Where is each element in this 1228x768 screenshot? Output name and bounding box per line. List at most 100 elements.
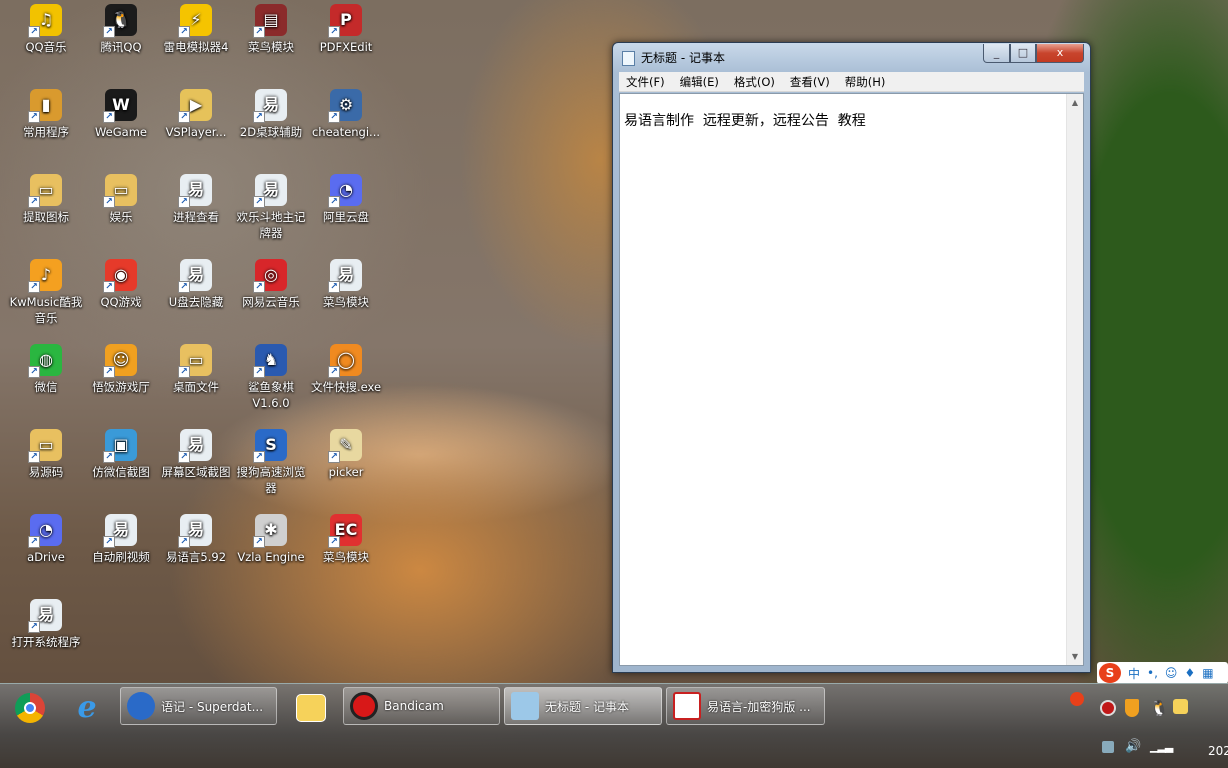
network-alert-icon[interactable] (1102, 741, 1114, 753)
desktop-icon[interactable]: ▭ ↗ 提取图标 (7, 174, 85, 225)
shortcut-arrow-icon: ↗ (28, 621, 40, 633)
desktop-icon-label: 鲨鱼象棋V1.6.0 (248, 380, 294, 410)
desktop-icon[interactable]: 易 ↗ 屏幕区域截图 (157, 429, 235, 480)
desktop-icon[interactable]: ▭ ↗ 娱乐 (82, 174, 160, 225)
punctuation-icon[interactable]: •, (1147, 666, 1158, 680)
app-pinned[interactable] (281, 687, 341, 728)
task-bandicam[interactable]: Bandicam (343, 687, 500, 725)
skin-icon[interactable]: ▦ (1202, 666, 1213, 680)
desktop-icon[interactable]: W ↗ WeGame (82, 89, 160, 140)
app-icon: ▶ ↗ (178, 89, 212, 123)
volume-icon[interactable]: 🔊 (1125, 739, 1141, 754)
ime-toolbar[interactable]: S 中 •, ☺ ♦ ▦ (1097, 662, 1228, 684)
taskbar: e 语记 - Superdat... Bandicam 无标题 - 记事本 易语… (0, 683, 1228, 768)
text-editor[interactable]: 易语言制作 远程更新，远程公告 教程 ▲ ▼ (619, 93, 1084, 666)
notepad-titlebar[interactable]: 无标题 - 记事本 _ □ x (613, 43, 1090, 71)
desktop-icon-label: 文件快搜.exe (310, 380, 382, 394)
record-tray-icon[interactable] (1100, 700, 1116, 716)
menu-bar: 文件(F) 编辑(E) 格式(O) 查看(V) 帮助(H) (619, 72, 1084, 92)
desktop-icon[interactable]: ▶ ↗ VSPlayer... (157, 89, 235, 140)
desktop-icon[interactable]: ♫ ↗ QQ音乐 (7, 4, 85, 55)
shortcut-arrow-icon: ↗ (253, 451, 265, 463)
maximize-icon: □ (1017, 46, 1029, 59)
desktop-icon[interactable]: P ↗ PDFXEdit (307, 4, 385, 55)
desktop-icon[interactable]: S ↗ 搜狗高速浏览器 (232, 429, 310, 496)
desktop-icon[interactable]: ◉ ↗ QQ游戏 (82, 259, 160, 310)
desktop-icon[interactable]: ⚙ ↗ cheatengi... (307, 89, 385, 140)
emoji-icon[interactable]: ☺ (1165, 666, 1178, 680)
desktop-icon[interactable]: 易 ↗ U盘去隐藏 (157, 259, 235, 310)
desktop-icon-label: 菜鸟模块 (323, 550, 369, 564)
task-notepad[interactable]: 无标题 - 记事本 (504, 687, 662, 725)
qq-tray-icon[interactable]: 🐧 (1150, 699, 1169, 717)
editor-content[interactable]: 易语言制作 远程更新，远程公告 教程 (624, 110, 866, 130)
app-icon: ▮ ↗ (28, 89, 62, 123)
minimize-button[interactable]: _ (983, 44, 1010, 63)
task-eyuyan[interactable]: 易语言-加密狗版 ... (666, 687, 825, 725)
desktop-icon[interactable]: 🐧 ↗ 腾讯QQ (82, 4, 160, 55)
shortcut-arrow-icon: ↗ (328, 451, 340, 463)
shield-tray-icon[interactable] (1125, 699, 1139, 717)
desktop-icon[interactable]: ▮ ↗ 常用程序 (7, 89, 85, 140)
desktop-icon[interactable]: ♞ ↗ 鲨鱼象棋V1.6.0 (232, 344, 310, 411)
desktop-icon[interactable]: ◔ ↗ aDrive (7, 514, 85, 565)
folder-app-icon (296, 693, 326, 722)
desktop-icon-label: 易语言5.92 (165, 550, 227, 564)
ie-pinned[interactable]: e (57, 687, 117, 728)
desktop-icon[interactable]: 易 ↗ 进程查看 (157, 174, 235, 225)
desktop-icon[interactable]: ◯ ↗ 文件快搜.exe (307, 344, 385, 395)
app-icon: 易 ↗ (328, 259, 362, 293)
shortcut-arrow-icon: ↗ (103, 366, 115, 378)
desktop-icon[interactable]: ♪ ↗ KwMusic酷我音乐 (7, 259, 85, 326)
desktop-icon[interactable]: ◎ ↗ 网易云音乐 (232, 259, 310, 310)
sogou-tray-icon[interactable] (1070, 692, 1084, 706)
desktop-icon[interactable]: ▭ ↗ 桌面文件 (157, 344, 235, 395)
microphone-icon[interactable]: ♦ (1184, 666, 1195, 680)
app-icon: ◔ ↗ (328, 174, 362, 208)
app-icon: ♫ ↗ (28, 4, 62, 38)
shortcut-arrow-icon: ↗ (178, 451, 190, 463)
desktop-icon[interactable]: 易 ↗ 易语言5.92 (157, 514, 235, 565)
desktop-icon-label: 腾讯QQ (100, 40, 142, 54)
close-button[interactable]: x (1036, 44, 1084, 63)
maximize-button[interactable]: □ (1010, 44, 1036, 63)
desktop-icon-label: 桌面文件 (173, 380, 219, 394)
desktop-icon-label: 自动刷视频 (92, 550, 150, 564)
desktop-icon[interactable]: ⚡ ↗ 雷电模拟器4 (157, 4, 235, 55)
desktop-icon[interactable]: 易 ↗ 2D桌球辅助 (232, 89, 310, 140)
desktop-icon[interactable]: ✱ ↗ Vzla Engine (232, 514, 310, 565)
desktop-icon-label: VSPlayer... (165, 125, 227, 139)
scroll-up-icon[interactable]: ▲ (1067, 94, 1083, 111)
desktop-icon[interactable]: ◍ ↗ 微信 (7, 344, 85, 395)
menu-format[interactable]: 格式(O) (727, 74, 782, 90)
scroll-down-icon[interactable]: ▼ (1067, 648, 1083, 665)
app-tray-icon[interactable] (1173, 699, 1188, 714)
chrome-pinned[interactable] (0, 687, 60, 728)
desktop-icon-label: QQ游戏 (100, 295, 142, 309)
desktop-icon[interactable]: ◔ ↗ 阿里云盘 (307, 174, 385, 225)
menu-edit[interactable]: 编辑(E) (673, 74, 726, 90)
desktop-icon[interactable]: EC ↗ 菜鸟模块 (307, 514, 385, 565)
menu-help[interactable]: 帮助(H) (838, 74, 893, 90)
desktop-icon[interactable]: 易 ↗ 菜鸟模块 (307, 259, 385, 310)
chrome-icon (15, 692, 45, 723)
notepad-window[interactable]: 无标题 - 记事本 _ □ x 文件(F) 编辑(E) 格式(O) 查看(V) … (612, 42, 1091, 673)
desktop-icon[interactable]: ☺ ↗ 悟饭游戏厅 (82, 344, 160, 395)
ime-mode-label[interactable]: 中 (1128, 665, 1140, 682)
shortcut-arrow-icon: ↗ (28, 196, 40, 208)
desktop-icon[interactable]: ▭ ↗ 易源码 (7, 429, 85, 480)
task-superdat[interactable]: 语记 - Superdat... (120, 687, 277, 725)
signal-icon[interactable]: ▁▂▃ (1150, 740, 1173, 753)
desktop-icon[interactable]: 易 ↗ 打开系统程序 (7, 599, 85, 650)
app-icon: S ↗ (253, 429, 287, 463)
desktop-icon[interactable]: ▣ ↗ 仿微信截图 (82, 429, 160, 480)
menu-view[interactable]: 查看(V) (783, 74, 837, 90)
desktop-icon[interactable]: 易 ↗ 欢乐斗地主记牌器 (232, 174, 310, 241)
desktop-icon[interactable]: ✎ ↗ picker (307, 429, 385, 480)
vertical-scrollbar[interactable]: ▲ ▼ (1066, 94, 1083, 665)
clock-date[interactable]: 202 (1208, 744, 1228, 758)
menu-file[interactable]: 文件(F) (619, 74, 672, 90)
sogou-ime-icon[interactable]: S (1099, 663, 1121, 683)
desktop-icon[interactable]: 易 ↗ 自动刷视频 (82, 514, 160, 565)
desktop-icon[interactable]: ▤ ↗ 菜鸟模块 (232, 4, 310, 55)
